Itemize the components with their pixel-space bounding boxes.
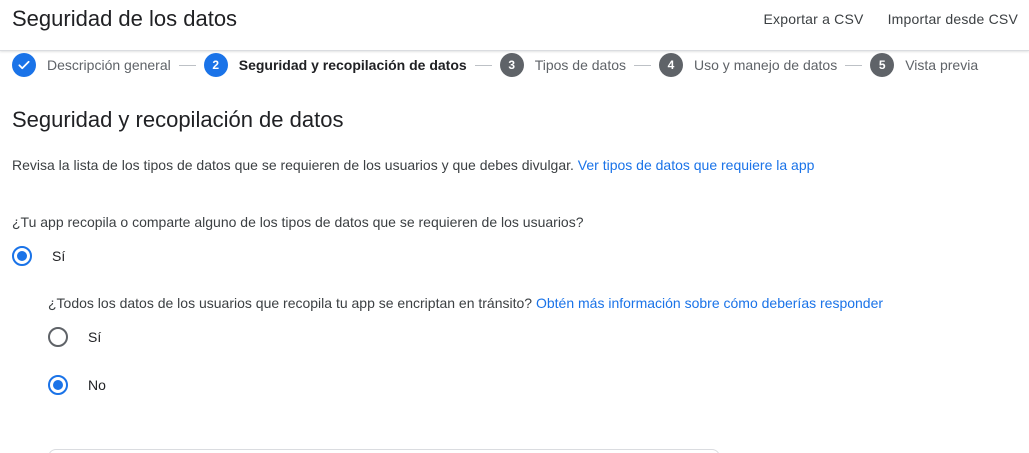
section-title: Seguridad y recopilación de datos [12,107,344,132]
export-csv-button[interactable]: Exportar a CSV [764,10,864,28]
step-label: Descripción general [47,57,171,73]
radio-checked-icon [12,246,32,266]
radio-label: Sí [88,329,102,345]
step-connector [634,64,652,66]
step-label: Tipos de datos [534,57,627,73]
step-connector [178,64,196,66]
step-number: 5 [870,53,895,77]
step-number: 4 [659,53,684,77]
question-encryption: ¿Todos los datos de los usuarios que rec… [48,294,883,312]
step-data-usage[interactable]: 4 Uso y manejo de datos [659,53,837,77]
step-connector [845,64,863,66]
header: Seguridad de los datos Exportar a CSV Im… [0,0,1029,51]
step-label: Uso y manejo de datos [694,57,838,73]
step-label: Seguridad y recopilación de datos [238,57,467,73]
step-number: 3 [499,53,524,77]
intro-text: Revisa la lista de los tipos de datos qu… [12,156,814,174]
radio-label: No [88,377,106,393]
step-number: 2 [203,53,228,77]
stepper: Descripción general 2 Seguridad y recopi… [12,53,978,77]
check-icon [12,53,36,77]
intro-description: Revisa la lista de los tipos de datos qu… [12,157,574,173]
view-data-types-link[interactable]: Ver tipos de datos que requiere la app [578,157,815,173]
collect-yes-radio[interactable]: Sí [12,246,65,266]
step-overview[interactable]: Descripción general [12,53,171,77]
question-collect-data: ¿Tu app recopila o comparte alguno de lo… [12,214,584,230]
step-data-types[interactable]: 3 Tipos de datos [499,53,627,77]
learn-more-link[interactable]: Obtén más información sobre cómo debería… [536,295,883,311]
page: Seguridad de los datos Exportar a CSV Im… [0,0,1029,453]
step-label: Vista previa [905,57,979,73]
step-security[interactable]: 2 Seguridad y recopilación de datos [203,53,467,77]
import-csv-button[interactable]: Importar desde CSV [888,10,1018,28]
step-preview[interactable]: 5 Vista previa [870,53,978,77]
header-actions: Exportar a CSV Importar desde CSV [764,10,1019,28]
step-connector [474,64,492,66]
radio-label: Sí [52,248,66,264]
question-encryption-text: ¿Todos los datos de los usuarios que rec… [48,295,533,311]
next-section-card [48,449,720,453]
page-title: Seguridad de los datos [12,6,238,31]
radio-unchecked-icon [48,327,68,347]
radio-checked-icon [48,375,68,395]
encrypt-no-radio[interactable]: No [48,375,106,395]
encrypt-yes-radio[interactable]: Sí [48,327,101,347]
